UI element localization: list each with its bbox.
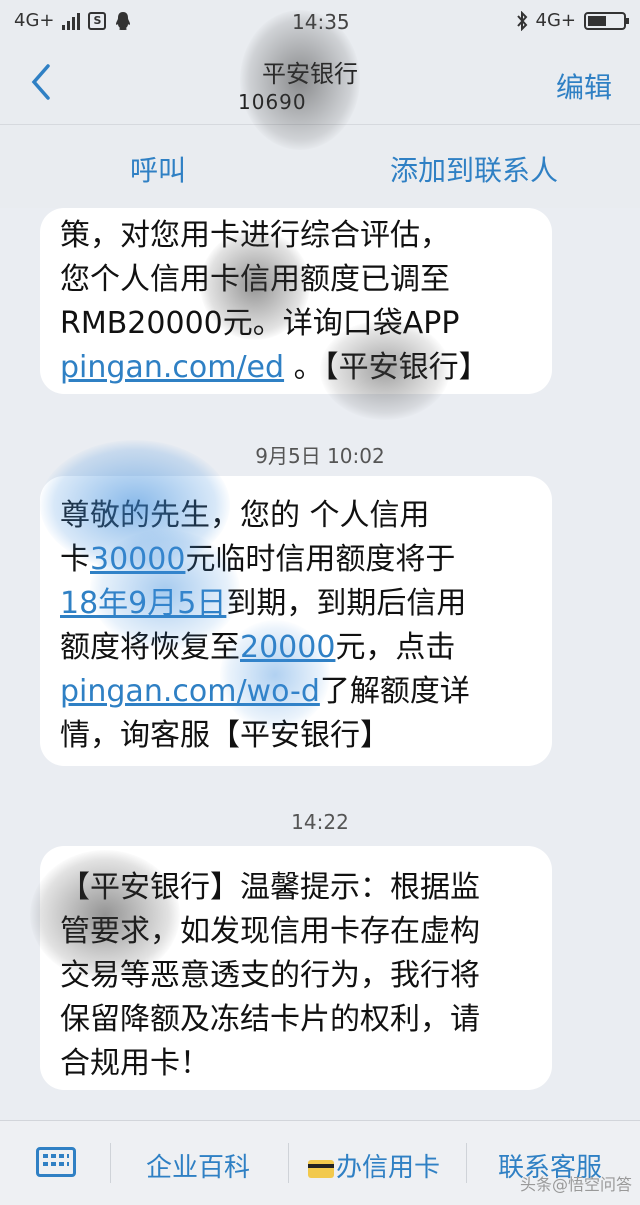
message-line: 您个人信用卡信用额度已调至 [60, 262, 450, 297]
message-line: 【平安银行】温馨提示：根据监 [60, 870, 480, 905]
message-line: 交易等恶意透支的行为，我行将 [60, 958, 480, 993]
menu-item-apply-card[interactable]: 办信用卡 [308, 1147, 440, 1184]
bottom-menu-bar: 企业百科 办信用卡 联系客服 头条@悟空问答 [0, 1120, 640, 1205]
status-right: 4G+ [516, 10, 629, 31]
bluetooth-icon [516, 10, 527, 31]
status-bar: 4G+ S 14:35 4G+ [0, 0, 640, 44]
message-line: 卡30000元临时信用额度将于 [60, 538, 532, 582]
message-text: 额度将恢复至 [60, 630, 240, 665]
network-type-right: 4G+ [535, 10, 576, 31]
menu-item-company-wiki[interactable]: 企业百科 [146, 1147, 250, 1184]
message-text: 卡 [60, 542, 90, 577]
message-link[interactable]: 30000 [90, 542, 185, 577]
s-notification-icon: S [88, 11, 107, 30]
message-line: 策，对您用卡进行综合评估， [60, 218, 450, 253]
message-timestamp: 14:22 [291, 810, 349, 834]
message-text: 元，点击 [335, 630, 456, 665]
menu-item-label: 办信用卡 [336, 1153, 441, 1183]
network-type: 4G+ [14, 10, 55, 31]
message-text: 到期，到期后信用 [226, 586, 467, 621]
message-line: pingan.com/wo-d了解额度详 [60, 670, 532, 714]
message-link[interactable]: 20000 [240, 630, 335, 665]
message-bubble[interactable]: 策，对您用卡进行综合评估， 您个人信用卡信用额度已调至 RMB20000元。详询… [40, 208, 552, 394]
contact-action-bar: 呼叫 添加到联系人 [0, 124, 640, 208]
message-line: 保留降额及冻结卡片的权利，请 [60, 1002, 480, 1037]
status-left: 4G+ S [14, 10, 132, 31]
conversation-header: 平安银行 10690 编辑 [0, 44, 640, 124]
message-line: pingan.com/ed 。【平安银行】 [60, 346, 532, 390]
contact-number: 10690 [238, 90, 307, 114]
message-timestamp: 9月5日 10:02 [255, 444, 385, 468]
message-link[interactable]: 18年9月5日 [60, 586, 226, 621]
message-bubble[interactable]: 尊敬的先生，您的 个人信用 卡30000元临时信用额度将于 18年9月5日到期，… [40, 476, 552, 766]
call-button[interactable]: 呼叫 [130, 149, 186, 189]
message-line: 18年9月5日到期，到期后信用 [60, 582, 532, 626]
message-link[interactable]: pingan.com/wo-d [60, 674, 320, 709]
keyboard-icon[interactable] [36, 1147, 76, 1177]
battery-icon [584, 11, 629, 30]
message-line: 尊敬的先生，您的 个人信用 [60, 498, 430, 533]
message-line: RMB20000元。详询口袋APP [60, 306, 460, 341]
message-bubble[interactable]: 【平安银行】温馨提示：根据监 管要求，如发现信用卡存在虚构 交易等恶意透支的行为… [40, 846, 552, 1090]
edit-button[interactable]: 编辑 [556, 66, 612, 106]
divider [466, 1143, 467, 1183]
message-link[interactable]: pingan.com/ed [60, 350, 284, 385]
message-text: 了解额度详 [319, 674, 470, 709]
divider [110, 1143, 111, 1183]
message-text: 元临时信用额度将于 [185, 542, 456, 577]
watermark: 头条@悟空问答 [519, 1175, 632, 1194]
status-time: 14:35 [292, 10, 350, 34]
add-to-contacts-button[interactable]: 添加到联系人 [390, 149, 558, 189]
message-line: 合规用卡！ [60, 1046, 210, 1081]
qq-icon [116, 11, 131, 30]
contact-name: 平安银行 [262, 60, 358, 88]
divider [288, 1143, 289, 1183]
back-button[interactable] [28, 62, 68, 106]
message-line: 管要求，如发现信用卡存在虚构 [60, 914, 480, 949]
credit-card-icon [308, 1159, 334, 1178]
message-line: 额度将恢复至20000元，点击 [60, 626, 532, 670]
message-text: 。【平安银行】 [284, 350, 489, 385]
signal-icon [62, 12, 81, 30]
chevron-left-icon [31, 64, 50, 100]
message-line: 情，询客服【平安银行】 [60, 718, 390, 753]
